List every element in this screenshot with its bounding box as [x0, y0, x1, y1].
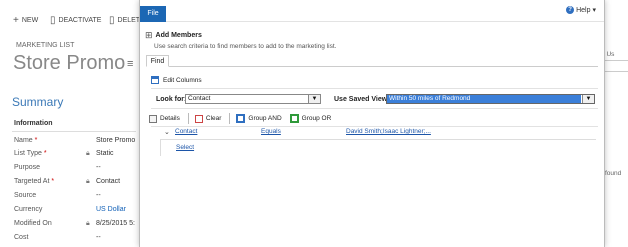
field-value: Contact	[96, 178, 121, 185]
criteria-row: ⌄ Contact Equals David Smith;Isaac Light…	[164, 128, 574, 139]
deactivate-icon: ▯	[50, 15, 56, 26]
field-value: 8/25/2015 5:	[96, 220, 135, 227]
group-and-icon	[236, 114, 246, 123]
look-for-value: Contact	[188, 95, 211, 102]
field-value: Static	[96, 150, 114, 157]
group-and-label: Group AND	[248, 115, 282, 122]
chevron-down-icon[interactable]: ▼	[308, 95, 320, 103]
deactivate-command-label: DEACTIVATE	[58, 17, 102, 24]
information-heading: Information	[14, 120, 53, 127]
lock-icon: 🔒︎	[86, 150, 90, 157]
field-list-type: List Type * 🔒︎ Static	[14, 150, 140, 161]
field-label: Cost	[14, 234, 29, 241]
field-cost: Cost --	[14, 234, 140, 245]
field-label: Modified On	[14, 220, 52, 227]
page-title: Store Promo	[13, 52, 126, 74]
add-members-icon: ⊞	[145, 30, 153, 40]
field-value[interactable]: --	[96, 234, 101, 241]
field-purpose: Purpose --	[14, 164, 140, 175]
dialog-header: ⊞ Add Members	[145, 30, 202, 41]
field-modified-on: Modified On 🔒︎ 8/25/2015 5:	[14, 220, 140, 231]
toolbar-separator	[229, 113, 231, 124]
details-button[interactable]: Details	[149, 114, 180, 123]
add-members-dialog: File ? Help ▾ ⊞ Add Members Use search c…	[139, 0, 605, 247]
criteria-group-box	[160, 139, 596, 156]
clear-icon	[194, 114, 203, 123]
plus-icon: +	[13, 15, 19, 26]
field-targeted-at: Targeted At * 🔒︎ Contact	[14, 178, 140, 189]
edit-columns-label: Edit Columns	[163, 76, 202, 84]
help-label: Help	[576, 6, 591, 14]
field-label: Currency	[14, 206, 43, 213]
divider	[151, 88, 598, 89]
field-label: List Type *	[14, 150, 47, 157]
toolbar-separator	[187, 113, 189, 124]
file-tab[interactable]: File	[140, 6, 166, 22]
help-button[interactable]: ? Help ▾	[566, 6, 596, 14]
criteria-field-link[interactable]: Contact	[175, 128, 197, 135]
chevron-down-icon[interactable]: ⌄	[164, 128, 170, 136]
saved-view-value: Within 50 miles of Redmond	[387, 95, 581, 103]
field-currency: Currency US Dollar	[14, 206, 140, 217]
field-name: Name * Store Promo	[14, 137, 140, 148]
tab-divider	[146, 66, 598, 67]
field-value[interactable]: Store Promo	[96, 137, 135, 144]
summary-heading: Summary	[12, 95, 64, 109]
criteria-operator-link[interactable]: Equals	[261, 128, 281, 135]
caret-down-icon: ▾	[592, 7, 596, 14]
entity-label: MARKETING LIST	[16, 42, 75, 49]
tab-find[interactable]: Find	[146, 55, 169, 67]
new-command[interactable]: + NEW	[13, 15, 38, 26]
field-value[interactable]: --	[96, 164, 101, 171]
deactivate-command[interactable]: ▯ DEACTIVATE	[50, 15, 101, 26]
dialog-ribbon: File ? Help ▾	[140, 0, 604, 22]
dialog-title: Add Members	[155, 32, 202, 39]
filter-toolbar: Details Clear Group AND Group OR	[149, 113, 339, 124]
field-label: Targeted At *	[14, 178, 55, 185]
criteria-value-link[interactable]: David Smith;Isaac Lightner;...	[346, 128, 431, 135]
delete-icon: ▯	[109, 15, 115, 26]
saved-view-select[interactable]: Within 50 miles of Redmond ▼	[386, 94, 595, 104]
field-label: Purpose	[14, 164, 41, 171]
divider	[151, 108, 598, 109]
field-label: Source	[14, 192, 37, 199]
saved-view-label: Use Saved View:	[334, 96, 390, 103]
dialog-subtitle: Use search criteria to find members to a…	[154, 43, 337, 50]
field-label: Name *	[14, 137, 38, 144]
lock-icon: 🔒︎	[86, 178, 90, 185]
group-or-button[interactable]: Group OR	[289, 114, 332, 123]
lock-icon: 🔒︎	[86, 220, 90, 227]
look-for-label: Look for:	[156, 96, 187, 103]
grid-icon	[151, 76, 159, 84]
group-or-label: Group OR	[301, 115, 332, 122]
clear-button[interactable]: Clear	[194, 114, 222, 123]
clear-label: Clear	[205, 115, 222, 122]
new-command-label: NEW	[21, 17, 39, 24]
chevron-down-icon[interactable]: ▼	[582, 95, 594, 103]
look-for-select[interactable]: Contact ▼	[185, 94, 321, 104]
title-menu-icon[interactable]: ≡	[127, 58, 133, 70]
question-icon: ?	[566, 6, 575, 14]
details-label: Details	[160, 115, 180, 122]
background-partial-text: found	[605, 170, 622, 177]
select-link[interactable]: Select	[176, 144, 194, 151]
field-value-link[interactable]: US Dollar	[96, 206, 126, 213]
edit-columns-button[interactable]: Edit Columns	[151, 76, 202, 84]
section-divider	[12, 131, 136, 132]
divider	[151, 126, 598, 127]
field-value[interactable]: --	[96, 192, 101, 199]
details-icon	[149, 114, 157, 123]
group-and-button[interactable]: Group AND	[236, 114, 282, 123]
field-source: Source --	[14, 192, 140, 203]
group-or-icon	[289, 114, 299, 123]
